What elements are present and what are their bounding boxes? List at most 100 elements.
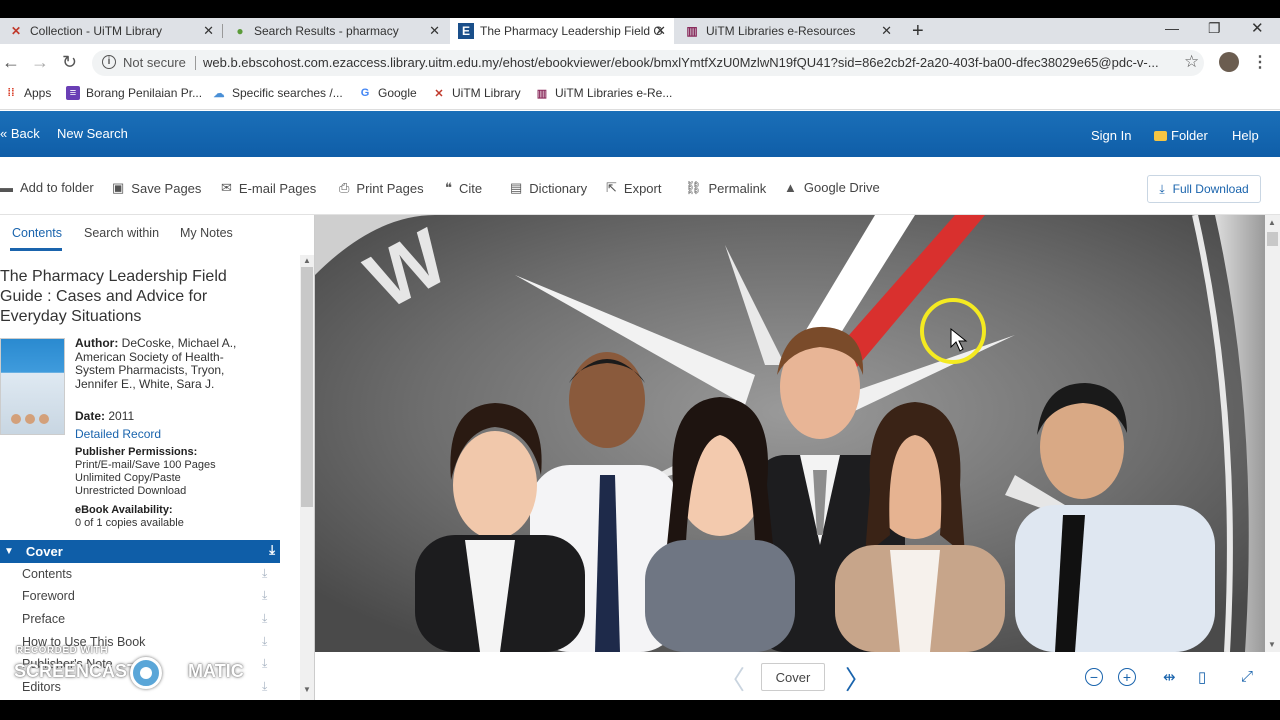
uitm-x-icon: ✕: [10, 24, 22, 38]
ebook-page-viewer[interactable]: W: [315, 215, 1265, 652]
tab-my-notes[interactable]: My Notes: [180, 226, 233, 240]
fit-width-icon[interactable]: ⇹: [1163, 668, 1176, 686]
url-text[interactable]: web.b.ebscohost.com.ezaccess.library.uit…: [203, 55, 1159, 70]
download-icon[interactable]: ⤓: [262, 656, 267, 671]
download-icon[interactable]: ⤓: [262, 611, 267, 626]
browser-tab-collection[interactable]: ✕ Collection - UiTM Library ✕: [0, 18, 222, 44]
cite-button[interactable]: ❝ Cite: [445, 180, 482, 196]
download-icon[interactable]: ⤓: [262, 588, 267, 603]
info-icon[interactable]: i: [102, 55, 116, 69]
reload-icon[interactable]: ↻: [62, 52, 77, 73]
close-icon[interactable]: ✕: [881, 23, 892, 39]
zoom-in-icon[interactable]: +: [1118, 668, 1136, 686]
omnibox[interactable]: i Not secure web.b.ebscohost.com.ezacces…: [92, 50, 1204, 76]
permission-item: Print/E-mail/Save 100 Pages: [75, 459, 216, 471]
bookmark-google[interactable]: G Google: [358, 86, 417, 100]
help-link[interactable]: Help: [1232, 128, 1259, 143]
left-scrollbar-thumb[interactable]: [301, 267, 313, 507]
download-icon[interactable]: ⤓: [262, 634, 267, 649]
sign-in-link[interactable]: Sign In: [1091, 128, 1131, 143]
viewer-scrollbar[interactable]: [1265, 215, 1280, 652]
scroll-up-icon[interactable]: ▲: [303, 256, 311, 265]
tab-search-within[interactable]: Search within: [84, 226, 159, 240]
browser-tab-eresources[interactable]: ▥ UiTM Libraries e-Resources ✕: [676, 18, 900, 44]
bookmark-apps[interactable]: ⁞⁞ Apps: [4, 86, 51, 100]
page-indicator[interactable]: Cover: [761, 663, 825, 691]
author-label: Author:: [75, 336, 119, 350]
cover-figure: [11, 414, 21, 424]
quote-icon: ❝: [445, 180, 452, 195]
minimize-icon[interactable]: —: [1165, 20, 1179, 36]
forward-arrow-icon[interactable]: →: [31, 52, 49, 73]
ebsco-search-icon: ●: [236, 24, 244, 38]
toc-item-foreword[interactable]: Foreword: [22, 589, 75, 603]
print-pages-button[interactable]: ⎙ Print Pages: [339, 180, 424, 196]
bookmark-borang[interactable]: ≡ Borang Penilaian Pr...: [66, 86, 202, 100]
download-icon[interactable]: ⤓: [269, 542, 275, 558]
export-button[interactable]: ⇱ Export: [606, 180, 661, 196]
zoom-out-icon[interactable]: −: [1085, 668, 1103, 686]
toc-item-contents[interactable]: Contents: [22, 567, 72, 581]
detailed-record-link[interactable]: Detailed Record: [75, 427, 161, 442]
permalink-button[interactable]: ⛓ Permalink: [685, 180, 766, 196]
google-drive-icon: ▲: [784, 180, 797, 195]
toc-item-preface[interactable]: Preface: [22, 612, 65, 626]
apps-grid-icon: ⁞⁞: [7, 87, 15, 99]
cloud-icon: ☁: [213, 87, 225, 100]
close-icon[interactable]: ✕: [429, 23, 440, 39]
scroll-up-icon[interactable]: ▲: [1268, 218, 1276, 227]
back-link[interactable]: « Back: [0, 126, 40, 141]
new-search-link[interactable]: New Search: [57, 126, 128, 141]
button-label: Print Pages: [356, 180, 424, 196]
browser-tab-search-results[interactable]: ● Search Results - pharmacy ✕: [224, 18, 448, 44]
bookmark-uitm-eresources[interactable]: ▥ UiTM Libraries e-Re...: [535, 86, 673, 100]
previous-page-chevron-icon[interactable]: 〈: [719, 660, 745, 697]
publisher-permissions: Publisher Permissions: Print/E-mail/Save…: [75, 446, 275, 498]
new-tab-plus-icon[interactable]: +: [912, 20, 924, 43]
button-label: Permalink: [708, 180, 767, 196]
fit-page-icon[interactable]: ▯: [1198, 668, 1206, 686]
watermark-word: MATIC: [188, 661, 244, 681]
tab-contents[interactable]: Contents: [12, 226, 62, 240]
toc-item-cover[interactable]: ▼ Cover ⤓: [0, 540, 280, 563]
email-pages-button[interactable]: ✉ E-mail Pages: [221, 180, 316, 196]
tab-title: The Pharmacy Leadership Field G: [480, 24, 663, 38]
scroll-down-icon[interactable]: ▼: [1268, 640, 1276, 649]
download-icon[interactable]: ⤓: [262, 679, 267, 694]
google-icon: G: [360, 87, 370, 99]
link-icon: ⛓: [685, 180, 702, 195]
google-drive-button[interactable]: ▲ Google Drive: [784, 180, 880, 195]
dictionary-button[interactable]: ▤ Dictionary: [510, 180, 587, 196]
download-icon[interactable]: ⤓: [262, 566, 267, 581]
restore-icon[interactable]: ❐: [1208, 20, 1221, 37]
close-icon[interactable]: ✕: [655, 23, 666, 39]
save-disk-icon: ▣: [112, 180, 125, 195]
bookmark-specific-searches[interactable]: ☁ Specific searches /...: [212, 86, 343, 100]
add-to-folder-button[interactable]: ▬ Add to folder: [0, 180, 94, 195]
cover-figure: [25, 414, 35, 424]
envelope-icon: ✉: [221, 180, 232, 195]
bookmark-star-icon[interactable]: ☆: [1184, 52, 1199, 72]
folder-label: Folder: [1171, 128, 1208, 143]
close-icon[interactable]: ✕: [203, 23, 214, 39]
back-arrow-icon[interactable]: ←: [2, 52, 20, 73]
bookmark-uitm-library[interactable]: ✕ UiTM Library: [432, 86, 520, 100]
folder-link[interactable]: Folder: [1154, 128, 1208, 143]
full-download-button[interactable]: ⤓ Full Download: [1147, 175, 1261, 203]
browser-menu-icon[interactable]: ⋮: [1252, 52, 1268, 72]
availability-label: eBook Availability:: [75, 504, 173, 516]
browser-tab-ebook[interactable]: E The Pharmacy Leadership Field G ✕: [450, 18, 674, 44]
profile-avatar[interactable]: [1219, 52, 1239, 72]
save-pages-button[interactable]: ▣ Save Pages: [112, 180, 201, 196]
scroll-down-icon[interactable]: ▼: [303, 685, 311, 694]
tab-title: Collection - UiTM Library: [30, 24, 163, 38]
window-close-icon[interactable]: ✕: [1251, 19, 1264, 37]
book-cover-thumbnail[interactable]: [0, 338, 65, 435]
author-info: Author: DeCoske, Michael A., American So…: [75, 336, 255, 391]
download-icon: ⤓: [1159, 181, 1165, 196]
viewer-scrollbar-thumb[interactable]: [1267, 232, 1278, 246]
tab-divider: [222, 24, 223, 38]
permission-item: Unlimited Copy/Paste: [75, 472, 181, 484]
next-page-chevron-icon[interactable]: 〉: [845, 660, 871, 697]
fullscreen-icon[interactable]: ⤢: [1241, 668, 1253, 685]
